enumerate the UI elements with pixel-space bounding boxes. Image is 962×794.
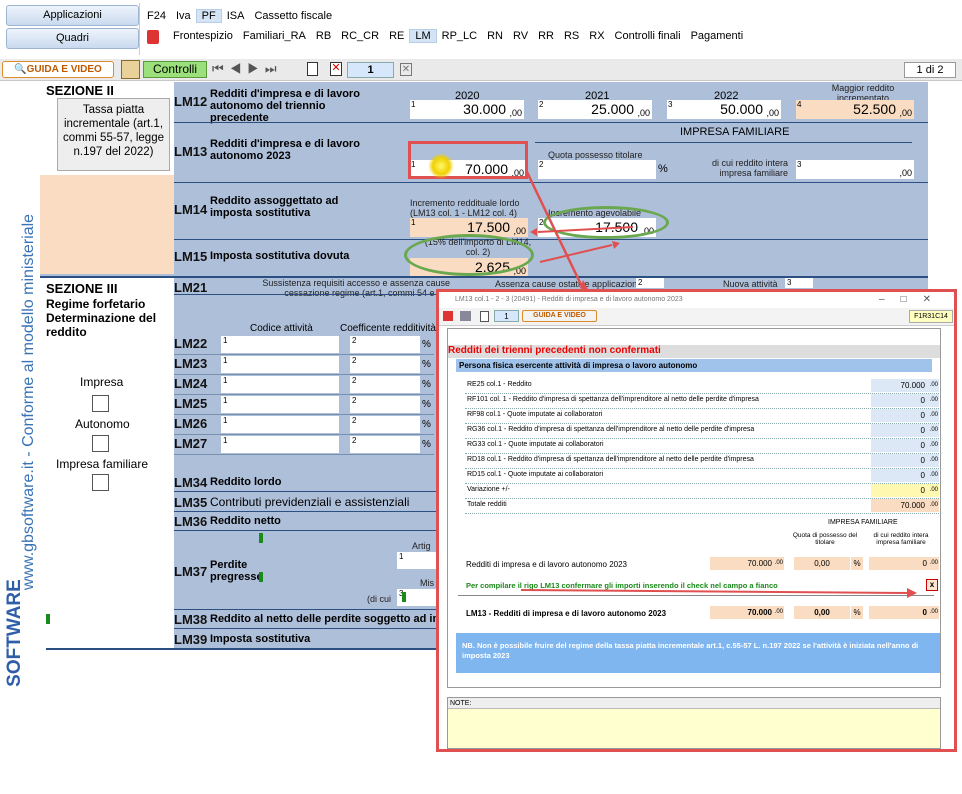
arrow-head [530,228,537,236]
lm13-dialog: LM13 col.1 - 2 - 3 (20491) - Redditi di … [436,289,957,752]
arrow-line [539,244,613,263]
dialog-arrow [520,588,917,598]
arrow-head [612,241,620,249]
arrow-line [537,226,634,233]
